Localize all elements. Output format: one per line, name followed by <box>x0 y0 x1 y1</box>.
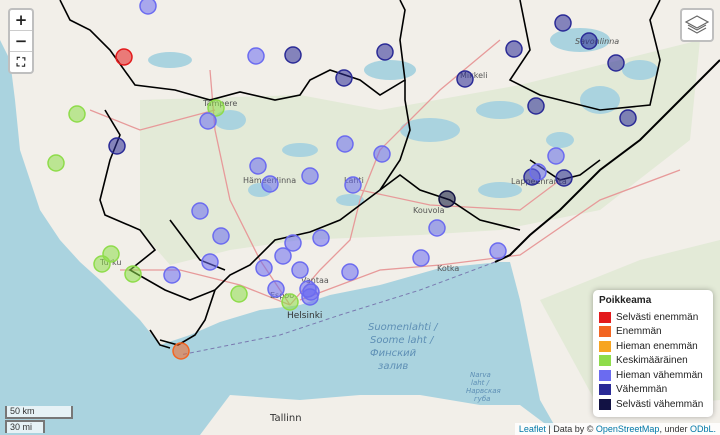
station-marker[interactable] <box>124 265 142 283</box>
station-marker[interactable] <box>580 32 598 50</box>
layers-icon <box>684 15 710 34</box>
leaflet-link[interactable]: Leaflet <box>519 424 546 434</box>
legend-swatch <box>599 384 611 396</box>
label-kotka: Kotka <box>437 264 459 273</box>
station-marker[interactable] <box>301 167 319 185</box>
legend-swatch <box>599 398 611 410</box>
station-marker[interactable] <box>247 47 265 65</box>
legend-item: Selvästi enemmän <box>599 310 707 325</box>
map-container[interactable]: Tampere Hämeenlinna Lahti Mikkeli Savonl… <box>0 0 720 435</box>
legend-item: Keskimääräinen <box>599 354 707 369</box>
osm-link[interactable]: OpenStreetMap <box>596 424 660 434</box>
svg-text:Suomenlahti /: Suomenlahti / <box>368 322 439 333</box>
station-marker[interactable] <box>555 169 573 187</box>
svg-text:губа: губа <box>474 395 490 403</box>
legend-swatch <box>599 326 611 338</box>
station-marker[interactable] <box>163 266 181 284</box>
station-marker[interactable] <box>607 54 625 72</box>
svg-text:Нарвская: Нарвская <box>466 387 501 395</box>
station-marker[interactable] <box>341 263 359 281</box>
legend-label: Enemmän <box>616 326 662 338</box>
station-marker[interactable] <box>284 46 302 64</box>
svg-text:laht /: laht / <box>471 379 490 387</box>
legend-swatch <box>599 369 611 381</box>
label-kouvola: Kouvola <box>413 206 445 215</box>
land-estonia <box>200 395 560 435</box>
station-marker[interactable] <box>336 135 354 153</box>
odbl-link[interactable]: ODbL. <box>690 424 716 434</box>
legend-label: Hieman vähemmän <box>616 369 703 381</box>
station-marker[interactable] <box>274 247 292 265</box>
legend-title: Poikkeama <box>599 295 652 306</box>
station-marker[interactable] <box>102 245 120 263</box>
station-marker[interactable] <box>505 40 523 58</box>
svg-text:Soome laht /: Soome laht / <box>370 335 435 346</box>
station-marker[interactable] <box>373 145 391 163</box>
station-marker[interactable] <box>115 48 133 66</box>
station-marker[interactable] <box>172 342 190 360</box>
scale-km: 50 km <box>5 406 73 419</box>
station-marker[interactable] <box>619 109 637 127</box>
svg-text:Финский: Финский <box>370 348 417 359</box>
legend-swatch <box>599 311 611 323</box>
legend-item: Hieman enemmän <box>599 339 707 354</box>
legend: Poikkeama Selvästi enemmän Enemmän Hieman … <box>593 290 713 417</box>
gulf-label: Suomenlahti / Soome laht / Финский залив <box>368 322 439 372</box>
station-marker[interactable] <box>554 14 572 32</box>
station-marker[interactable] <box>412 249 430 267</box>
station-marker[interactable] <box>291 261 309 279</box>
station-marker[interactable] <box>68 105 86 123</box>
legend-label: Selvästi enemmän <box>616 311 699 323</box>
station-marker[interactable] <box>249 157 267 175</box>
station-marker[interactable] <box>302 283 320 301</box>
fullscreen-icon[interactable]: ⛶ <box>10 52 32 72</box>
station-marker[interactable] <box>261 175 279 193</box>
station-marker[interactable] <box>267 280 285 298</box>
legend-label: Hieman enemmän <box>616 340 698 352</box>
legend-item: Selvästi vähemmän <box>599 397 707 412</box>
station-marker[interactable] <box>212 227 230 245</box>
label-tallinn: Tallinn <box>269 413 302 424</box>
station-marker[interactable] <box>335 69 353 87</box>
station-marker[interactable] <box>255 259 273 277</box>
station-marker[interactable] <box>199 112 217 130</box>
station-marker[interactable] <box>547 147 565 165</box>
station-marker[interactable] <box>456 70 474 88</box>
svg-text:Narva: Narva <box>470 371 491 379</box>
station-marker[interactable] <box>108 137 126 155</box>
station-marker[interactable] <box>428 219 446 237</box>
station-marker[interactable] <box>376 43 394 61</box>
scale-mi: 30 mi <box>5 420 45 433</box>
station-marker[interactable] <box>281 293 299 311</box>
legend-item: Hieman vähemmän <box>599 368 707 383</box>
station-marker[interactable] <box>230 285 248 303</box>
label-helsinki: Helsinki <box>287 311 322 321</box>
zoom-control: + − ⛶ <box>8 8 34 74</box>
legend-label: Selvästi vähemmän <box>616 398 704 410</box>
layers-button[interactable] <box>680 8 714 42</box>
narva-label: Narva laht / Нарвская губа <box>466 371 501 403</box>
legend-item: Enemmän <box>599 325 707 340</box>
station-marker[interactable] <box>191 202 209 220</box>
station-marker[interactable] <box>438 190 456 208</box>
svg-text:залив: залив <box>378 361 408 372</box>
station-marker[interactable] <box>47 154 65 172</box>
station-marker[interactable] <box>489 242 507 260</box>
station-marker[interactable] <box>527 97 545 115</box>
legend-item: Vähemmän <box>599 383 707 398</box>
station-marker[interactable] <box>312 229 330 247</box>
zoom-out-button[interactable]: − <box>10 31 32 52</box>
station-marker[interactable] <box>139 0 157 15</box>
legend-swatch <box>599 340 611 352</box>
attribution: Leaflet | Data by © OpenStreetMap, under… <box>514 423 720 435</box>
station-marker[interactable] <box>529 163 547 181</box>
station-marker[interactable] <box>201 253 219 271</box>
legend-swatch <box>599 355 611 367</box>
legend-label: Keskimääräinen <box>616 355 688 367</box>
station-marker[interactable] <box>344 176 362 194</box>
zoom-in-button[interactable]: + <box>10 10 32 31</box>
legend-label: Vähemmän <box>616 384 668 396</box>
